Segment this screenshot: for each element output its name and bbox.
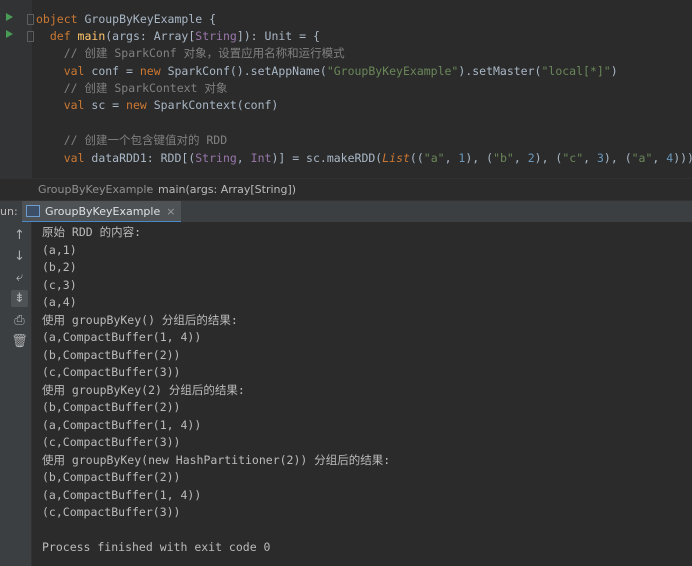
run-object-icon[interactable] (6, 13, 13, 21)
code-editor[interactable]: object GroupByKeyExample { def main(args… (0, 0, 692, 178)
code-token: val (36, 64, 92, 78)
code-token: new (139, 64, 168, 78)
code-token: )] = sc.makeRDD( (271, 151, 383, 165)
code-token: , (652, 151, 667, 165)
code-line: // 创建一个包含键值对的 RDD (36, 132, 227, 149)
code-token: Int (250, 151, 272, 165)
code-token: List (382, 151, 410, 165)
console-line: Process finished with exit code 0 (42, 540, 271, 554)
down-arrow-icon[interactable]: ↓ (11, 248, 28, 265)
code-token: GroupByKeyExample { (84, 12, 217, 26)
code-token: , (513, 151, 528, 165)
console-icon (26, 205, 40, 217)
code-line: // 创建 SparkConf 对象，设置应用名称和运行模式 (36, 45, 345, 62)
run-tab-label: GroupByKeyExample (45, 204, 161, 218)
code-token: String (195, 29, 237, 43)
code-token: "GroupByKeyExample" (326, 64, 459, 78)
code-token: def (36, 29, 78, 43)
code-token: // 创建 SparkContext 对象 (36, 81, 228, 95)
console-line: 使用 groupByKey(new HashPartitioner(2)) 分组… (42, 452, 391, 467)
code-token: "b" (493, 151, 514, 165)
run-label: un: (0, 205, 18, 218)
console-line: (b,CompactBuffer(2)) (42, 470, 181, 484)
code-token: val (36, 98, 92, 112)
run-toolbar: ↑ ↓ ⤶ ⇟ ⎙ 🗑 (8, 222, 32, 566)
console-line: (a,CompactBuffer(1, 4)) (42, 330, 202, 344)
breadcrumb-method[interactable]: main(args: Array[String]) (158, 183, 296, 196)
code-token: "c" (562, 151, 584, 165)
console-output[interactable]: 原始 RDD 的内容: (a,1) (b,2) (c,3) (a,4) 使用 groupB… (32, 222, 692, 566)
code-token: , (444, 151, 459, 165)
code-token: Array (153, 29, 189, 43)
up-arrow-icon[interactable]: ↑ (11, 227, 28, 244)
code-token: (args: (105, 29, 154, 43)
code-token: ), ( (603, 151, 632, 165)
code-token: 2 (527, 151, 535, 165)
code-token: 3 (596, 151, 604, 165)
code-token: conf = (91, 64, 140, 78)
code-token: Unit (264, 29, 293, 43)
console-line: (a,CompactBuffer(1, 4)) (42, 417, 202, 432)
code-token: ), ( (465, 151, 494, 165)
code-token: ))) (673, 151, 692, 165)
code-token: new (126, 98, 154, 112)
code-token: // 创建 SparkConf 对象，设置应用名称和运行模式 (36, 46, 345, 60)
code-token: main (77, 29, 106, 43)
code-line: def main(args: Array[String]): Unit = { (36, 28, 320, 45)
code-token: ]): (236, 29, 265, 43)
run-tab-groupbykeyexample[interactable]: GroupByKeyExample × (22, 201, 182, 223)
console-line: (b,CompactBuffer(2)) (42, 347, 181, 362)
code-token: , (236, 151, 251, 165)
console-line: 原始 RDD 的内容: (42, 225, 142, 239)
code-token: "a" (631, 151, 653, 165)
code-token: , (583, 151, 597, 165)
delete-icon[interactable]: 🗑 (11, 333, 28, 350)
code-token: val (36, 151, 92, 165)
breadcrumb-file[interactable]: GroupByKeyExample (38, 183, 153, 196)
console-line: (c,CompactBuffer(3)) (42, 505, 181, 519)
code-token: = { (292, 29, 320, 43)
code-token: (( (409, 151, 424, 165)
code-line: val conf = new SparkConf().setAppName("G… (36, 63, 618, 80)
code-token: ) (610, 64, 618, 78)
code-token: // 创建一个包含键值对的 RDD (36, 133, 228, 147)
run-main-icon[interactable] (6, 30, 13, 38)
code-token: object (36, 12, 85, 26)
console-line: (a,1) (42, 242, 77, 257)
code-token: "local[*]" (541, 64, 611, 78)
console-line: 使用 groupByKey(2) 分组后的结果: (42, 382, 245, 397)
editor-gutter (0, 0, 34, 178)
code-token: String (195, 151, 237, 165)
console-line: (a,4) (42, 295, 77, 309)
code-token: sc = (91, 98, 127, 112)
code-token: ).setMaster( (458, 64, 542, 78)
code-line: object GroupByKeyExample { (36, 11, 216, 28)
close-icon[interactable]: × (166, 205, 175, 218)
code-token: dataRDD1: RDD[( (91, 151, 196, 165)
run-panel-header: un: GroupByKeyExample × (0, 200, 692, 224)
console-line: (a,CompactBuffer(1, 4)) (42, 487, 202, 502)
console-line: (c,3) (42, 277, 77, 292)
code-line: // 创建 SparkContext 对象 (36, 80, 228, 97)
code-token: SparkContext(conf) (153, 98, 279, 112)
print-icon[interactable]: ⎙ (11, 312, 28, 329)
console-line: (c,CompactBuffer(3)) (42, 435, 181, 449)
console-line: 使用 groupByKey() 分组后的结果: (42, 312, 238, 327)
chevron-right-icon: › (146, 182, 151, 195)
fold-icon[interactable] (27, 31, 34, 42)
console-line: (b,2) (42, 260, 77, 274)
fold-icon[interactable] (27, 14, 34, 25)
soft-wrap-icon[interactable]: ⤶ (11, 269, 28, 286)
console-line: (b,CompactBuffer(2)) (42, 400, 181, 414)
scroll-to-end-icon[interactable]: ⇟ (11, 290, 28, 307)
console-line: (c,CompactBuffer(3)) (42, 365, 181, 379)
code-token: ), ( (534, 151, 563, 165)
code-token: SparkConf().setAppName( (167, 64, 327, 78)
code-token: "a" (423, 151, 445, 165)
breadcrumb: GroupByKeyExample › main(args: Array[Str… (0, 178, 692, 201)
code-line: val dataRDD1: RDD[(String, Int)] = sc.ma… (36, 150, 692, 167)
code-line: val sc = new SparkContext(conf) (36, 97, 279, 114)
